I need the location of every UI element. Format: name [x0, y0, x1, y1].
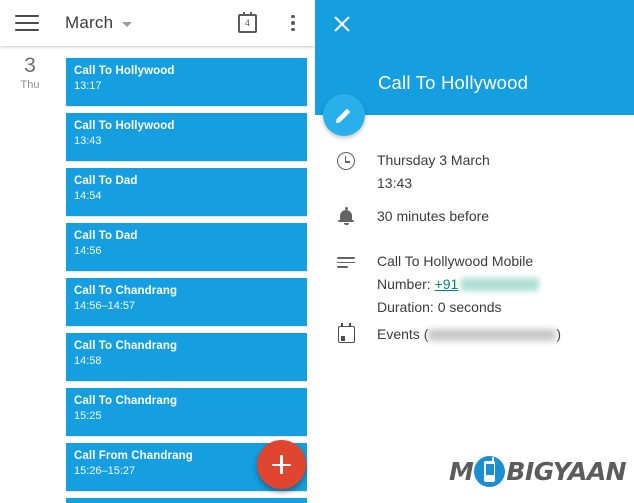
chevron-down-icon: [122, 22, 133, 27]
event-card-title: Call To Dad: [74, 230, 138, 242]
app-root: March 4 3 Thu Call To Hollywood 13:17 Call…: [0, 0, 634, 503]
toolbar-actions: 4: [238, 11, 315, 33]
calendar-prefix: Events (: [377, 326, 429, 342]
event-list[interactable]: Call To Hollywood 13:17 Call To Hollywood 1…: [66, 50, 307, 503]
event-date: Thursday 3 March: [377, 152, 490, 168]
event-card-time: 14:58: [74, 355, 102, 367]
event-card-time: 14:56–14:57: [74, 300, 136, 312]
close-icon[interactable]: [331, 13, 353, 35]
event-detail-pane: Call To Hollywood Thursday 3 March 13:43: [315, 0, 634, 503]
event-card-partial[interactable]: [66, 498, 307, 503]
day-number: 3: [24, 54, 36, 77]
detail-header: Call To Hollywood: [315, 0, 634, 115]
event-card[interactable]: Call To Chandrang 15:25: [66, 388, 307, 436]
event-card-title: Call To Chandrang: [74, 340, 178, 352]
bell-icon: [315, 205, 377, 228]
phone-number-redacted: [461, 278, 540, 291]
calendar-icon: [315, 323, 377, 346]
calendar-suffix: ): [556, 326, 562, 342]
detail-title: Call To Hollywood: [378, 72, 529, 93]
calendar-today-icon[interactable]: 4: [238, 11, 257, 33]
event-card-time: 14:54: [74, 190, 102, 202]
day-column: 3 Thu: [0, 54, 60, 93]
phone-number-link[interactable]: +91: [435, 276, 459, 292]
day-weekday: Thu: [20, 79, 40, 91]
calendar-list-pane: March 4 3 Thu Call To Hollywood 13:17 Call…: [0, 0, 315, 503]
month-selector[interactable]: March: [65, 13, 133, 33]
event-card[interactable]: Call To Chandrang 14:58: [66, 333, 307, 381]
event-card-time: 13:43: [74, 135, 102, 147]
toolbar: March 4: [0, 0, 315, 46]
more-vert-icon[interactable]: [283, 14, 303, 32]
event-card[interactable]: Call To Hollywood 13:17: [66, 58, 307, 106]
number-label: Number:: [377, 276, 435, 292]
clock-icon: [315, 149, 377, 195]
detail-row-reminder: 30 minutes before: [315, 205, 634, 228]
description-duration: Duration: 0 seconds: [377, 299, 502, 315]
hamburger-menu-icon[interactable]: [15, 15, 39, 31]
event-card-time: 15:25: [74, 410, 102, 422]
reminder-text: 30 minutes before: [377, 208, 490, 224]
event-card-title: Call To Dad: [74, 175, 138, 187]
description-lines-icon: [315, 250, 377, 319]
detail-row-calendar: Events (): [315, 323, 634, 346]
event-card-title: Call To Hollywood: [74, 65, 175, 77]
event-card[interactable]: Call To Chandrang 14:56–14:57: [66, 278, 307, 326]
detail-row-description: Call To Hollywood Mobile Number: +91 Dur…: [315, 250, 634, 319]
event-card-time: 13:17: [74, 80, 102, 92]
event-card[interactable]: Call To Hollywood 13:43: [66, 113, 307, 161]
today-date-label: 4: [244, 17, 250, 28]
event-card-time: 14:56: [74, 245, 102, 257]
description-number-line: Number: +91: [377, 273, 634, 296]
pencil-edit-icon: [336, 108, 351, 123]
add-event-fab[interactable]: [257, 440, 306, 489]
calendar-account-line: Events (): [377, 323, 634, 346]
calendar-account-redacted: [428, 329, 557, 341]
month-label: March: [65, 13, 114, 32]
description-line: Call To Hollywood Mobile: [377, 253, 534, 269]
event-card-title: Call To Hollywood: [74, 120, 175, 132]
event-card-title: Call To Chandrang: [74, 395, 178, 407]
event-card[interactable]: Call To Dad 14:54: [66, 168, 307, 216]
event-card-title: Call To Chandrang: [74, 285, 178, 297]
edit-event-fab[interactable]: [323, 94, 365, 136]
detail-row-when: Thursday 3 March 13:43: [315, 149, 634, 195]
event-card[interactable]: Call To Dad 14:56: [66, 223, 307, 271]
event-time: 13:43: [377, 175, 413, 191]
